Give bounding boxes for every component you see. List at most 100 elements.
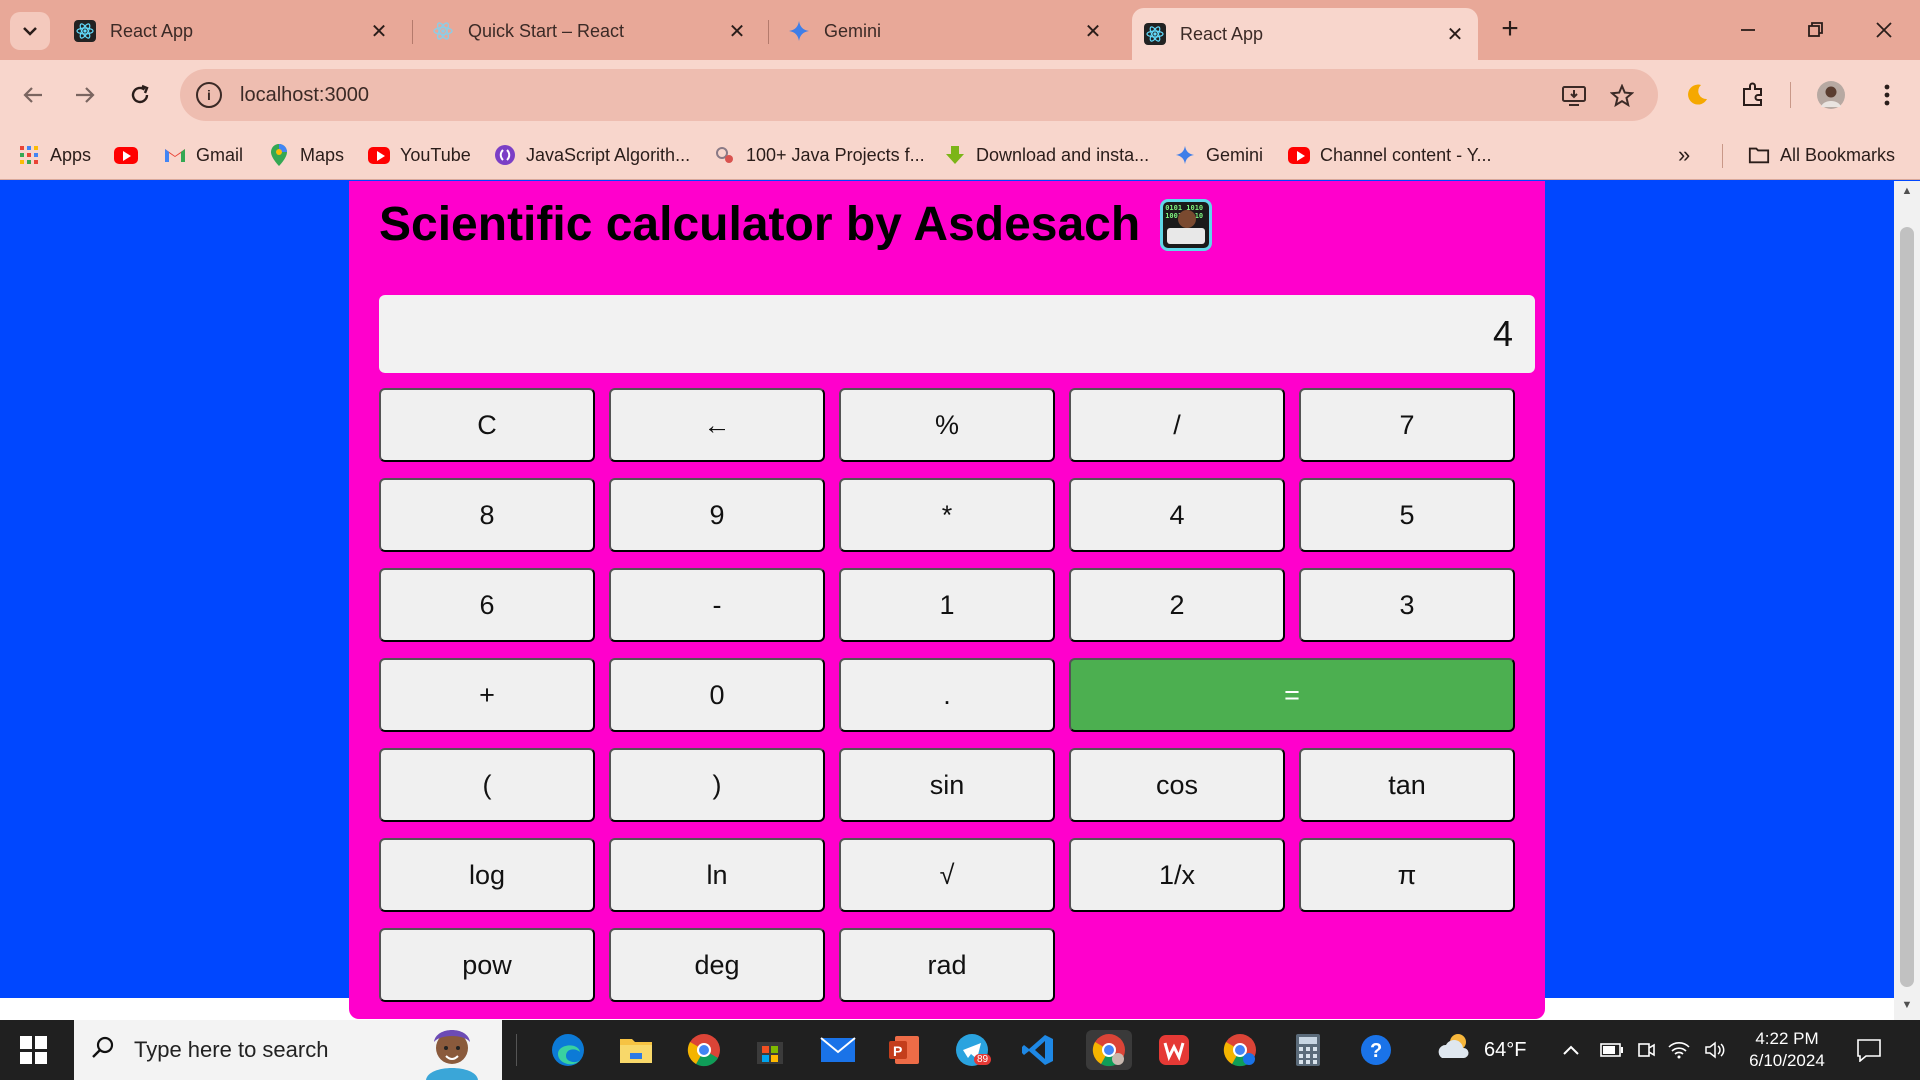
bookmark-maps[interactable]: Maps (268, 142, 344, 168)
key-pi[interactable]: π (1299, 838, 1515, 912)
key-rad[interactable]: rad (839, 928, 1055, 1002)
key-0[interactable]: 0 (609, 658, 825, 732)
notifications-icon[interactable] (1856, 1020, 1882, 1080)
key-cos[interactable]: cos (1069, 748, 1285, 822)
bookmark-gemini[interactable]: Gemini (1174, 142, 1263, 168)
key-add[interactable]: + (379, 658, 595, 732)
bookmark-gmail[interactable]: Gmail (164, 142, 243, 168)
key-open-paren[interactable]: ( (379, 748, 595, 822)
taskbar-search-box[interactable]: Type here to search (74, 1020, 502, 1080)
bookmark-youtube[interactable]: YouTube (368, 142, 471, 168)
key-percent[interactable]: % (839, 388, 1055, 462)
mail-icon[interactable] (818, 1030, 858, 1070)
vscode-icon[interactable] (1018, 1030, 1058, 1070)
all-bookmarks-button[interactable]: All Bookmarks (1748, 142, 1895, 168)
key-ln[interactable]: ln (609, 838, 825, 912)
key-reciprocal[interactable]: 1/x (1069, 838, 1285, 912)
key-1[interactable]: 1 (839, 568, 1055, 642)
wps-office-icon[interactable] (1154, 1030, 1194, 1070)
powerpoint-icon[interactable]: P (884, 1030, 924, 1070)
key-decimal[interactable]: . (839, 658, 1055, 732)
bookmark-apps[interactable]: Apps (18, 142, 91, 168)
tab-react-app-active[interactable]: React App ✕ (1132, 8, 1478, 60)
microsoft-store-icon[interactable] (750, 1030, 790, 1070)
help-icon[interactable]: ? (1356, 1030, 1396, 1070)
key-6[interactable]: 6 (379, 568, 595, 642)
show-hidden-icons-button[interactable] (1562, 1020, 1580, 1080)
install-app-icon[interactable] (1560, 82, 1588, 110)
key-2[interactable]: 2 (1069, 568, 1285, 642)
forward-button[interactable] (66, 76, 104, 114)
title-text: Scientific calculator by Asdesach (379, 198, 1141, 251)
chrome-menu-icon[interactable] (1868, 76, 1906, 114)
bookmark-star-icon[interactable] (1608, 82, 1636, 110)
key-close-paren[interactable]: ) (609, 748, 825, 822)
close-tab-icon[interactable]: ✕ (368, 19, 390, 44)
new-tab-button[interactable]: + (1494, 14, 1526, 46)
bookmark-channel-content[interactable]: Channel content - Y... (1288, 142, 1491, 168)
key-backspace[interactable]: ← (609, 388, 825, 462)
windows-start-icon[interactable] (20, 1036, 48, 1064)
close-tab-icon[interactable]: ✕ (726, 19, 748, 44)
key-log[interactable]: log (379, 838, 595, 912)
close-tab-icon[interactable]: ✕ (1444, 22, 1466, 47)
address-bar[interactable]: i localhost:3000 (180, 69, 1658, 121)
tab-search-button[interactable] (10, 12, 50, 50)
extensions-puzzle-icon[interactable] (1734, 76, 1772, 114)
chrome-profile-running-icon[interactable] (1086, 1030, 1132, 1070)
bookmark-java-projects[interactable]: 100+ Java Projects f... (714, 142, 925, 168)
chrome-profile-icon[interactable] (1220, 1030, 1260, 1070)
calculator-display[interactable]: 4 (379, 295, 1535, 373)
key-divide[interactable]: / (1069, 388, 1285, 462)
youtube-icon (368, 144, 390, 166)
bookmark-javascript-algorithms[interactable]: JavaScript Algorith... (494, 142, 690, 168)
telegram-icon[interactable]: 89 (952, 1030, 992, 1070)
key-3[interactable]: 3 (1299, 568, 1515, 642)
key-sqrt[interactable]: √ (839, 838, 1055, 912)
battery-icon[interactable] (1600, 1020, 1624, 1080)
react-icon (432, 20, 454, 42)
key-4[interactable]: 4 (1069, 478, 1285, 552)
wifi-icon[interactable] (1668, 1020, 1690, 1080)
site-info-icon[interactable]: i (196, 82, 222, 108)
key-tan[interactable]: tan (1299, 748, 1515, 822)
tab-gemini[interactable]: Gemini ✕ (776, 10, 1116, 52)
bookmark-youtube-icon-only[interactable] (114, 142, 138, 168)
scroll-down-arrow-icon[interactable]: ▼ (1900, 999, 1914, 1011)
scrollbar-thumb[interactable] (1900, 227, 1914, 987)
dark-mode-extension-icon[interactable] (1678, 76, 1716, 114)
chrome-icon[interactable] (684, 1030, 724, 1070)
close-window-button[interactable] (1854, 10, 1914, 50)
minimize-button[interactable] (1718, 10, 1778, 50)
key-clear[interactable]: C (379, 388, 595, 462)
key-7[interactable]: 7 (1299, 388, 1515, 462)
more-bookmarks-button[interactable]: » (1678, 142, 1690, 168)
scroll-up-arrow-icon[interactable]: ▲ (1900, 185, 1914, 197)
calculator-app-icon[interactable] (1288, 1030, 1328, 1070)
bookmark-download-install[interactable]: Download and insta... (944, 142, 1149, 168)
key-equals[interactable]: = (1069, 658, 1515, 732)
page-scrollbar[interactable]: ▲ ▼ (1894, 181, 1920, 1020)
weather-widget[interactable]: 64°F (1436, 1020, 1526, 1080)
reload-button[interactable] (121, 76, 159, 114)
meet-now-icon[interactable] (1636, 1020, 1656, 1080)
key-multiply[interactable]: * (839, 478, 1055, 552)
key-pow[interactable]: pow (379, 928, 595, 1002)
key-subtract[interactable]: - (609, 568, 825, 642)
tab-separator (768, 20, 769, 44)
back-button[interactable] (14, 76, 52, 114)
tab-quick-start-react[interactable]: Quick Start – React ✕ (420, 10, 760, 52)
key-9[interactable]: 9 (609, 478, 825, 552)
key-8[interactable]: 8 (379, 478, 595, 552)
key-sin[interactable]: sin (839, 748, 1055, 822)
url-text[interactable]: localhost:3000 (240, 84, 369, 107)
file-explorer-icon[interactable] (616, 1030, 656, 1070)
tab-react-app-1[interactable]: React App ✕ (62, 10, 402, 52)
key-5[interactable]: 5 (1299, 478, 1515, 552)
restore-button[interactable] (1786, 10, 1846, 50)
taskbar-clock[interactable]: 4:22 PM 6/10/2024 (1722, 1028, 1852, 1072)
close-tab-icon[interactable]: ✕ (1082, 19, 1104, 44)
key-deg[interactable]: deg (609, 928, 825, 1002)
edge-icon[interactable] (548, 1030, 588, 1070)
profile-avatar[interactable] (1812, 76, 1850, 114)
